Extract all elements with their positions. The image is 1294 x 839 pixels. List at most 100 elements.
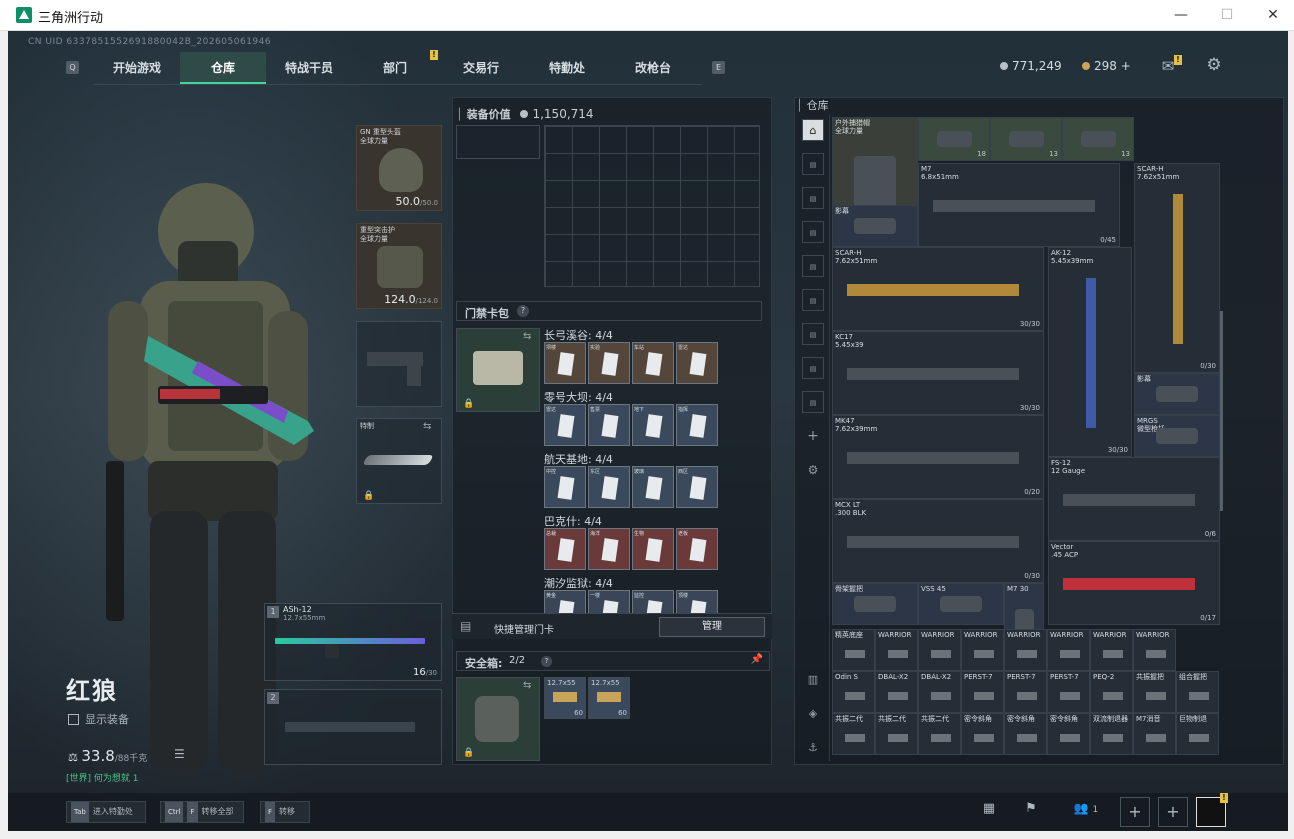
depot-item[interactable]: MRGS 微型枪托 bbox=[1134, 415, 1220, 457]
armor-slot[interactable]: 重型突击护 全球力量 124.0/124.0 bbox=[356, 223, 442, 309]
attachment-item[interactable]: 共振二代 bbox=[875, 713, 918, 755]
manage-button[interactable]: 管理 bbox=[659, 617, 765, 637]
keycard-item[interactable]: 指挥 bbox=[676, 404, 718, 446]
depot-item[interactable]: KC17 5.45x39 30/30 bbox=[832, 331, 1044, 415]
attachment-item[interactable]: 精英底座 bbox=[832, 629, 875, 671]
attachment-item[interactable]: WARRIOR bbox=[875, 629, 918, 671]
keycard-item[interactable]: 玻璃 bbox=[632, 466, 674, 508]
prev-tab-hint[interactable]: Q bbox=[66, 61, 79, 74]
keycard-item[interactable]: 总裁 bbox=[544, 528, 586, 570]
keycard-item[interactable]: 海洋 bbox=[588, 528, 630, 570]
anchor-icon[interactable]: ⚓ bbox=[802, 737, 824, 759]
safebox-help-icon[interactable]: ? bbox=[541, 656, 552, 667]
keycard-item[interactable]: 雷达 bbox=[676, 342, 718, 384]
category-tab-6[interactable]: ▤ bbox=[802, 323, 824, 345]
depot-item[interactable]: 18 bbox=[918, 117, 990, 161]
keycard-wallet-slot[interactable]: ⇆ 🔒 bbox=[456, 328, 540, 412]
close-button[interactable]: ✕ bbox=[1250, 0, 1294, 30]
category-tab-8[interactable]: ▤ bbox=[802, 391, 824, 413]
pin-icon[interactable]: 📌 bbox=[751, 654, 763, 665]
attachment-item[interactable]: PERST-7 bbox=[1047, 671, 1090, 713]
attachment-item[interactable]: DBAL-X2 bbox=[875, 671, 918, 713]
depot-home-icon[interactable]: ⌂ bbox=[802, 119, 824, 141]
settings-gear-icon[interactable]: ⚙ bbox=[1204, 55, 1224, 75]
add-party-slot-icon[interactable]: + bbox=[1120, 797, 1150, 827]
stats-chart-icon[interactable]: ▦ bbox=[976, 801, 1002, 823]
depot-item[interactable]: FS-12 12 Gauge 0/6 bbox=[1048, 457, 1220, 541]
layers-icon[interactable]: ◈ bbox=[802, 703, 824, 725]
keycard-item[interactable]: 地下 bbox=[632, 404, 674, 446]
helmet-slot[interactable]: GN 重型头盔 全球力量 50.0/50.0 bbox=[356, 125, 442, 211]
swap-icon[interactable]: ⇆ bbox=[423, 421, 431, 432]
depot-item[interactable]: MK47 7.62x39mm 0/20 bbox=[832, 415, 1044, 499]
keycard-item[interactable]: 实验 bbox=[588, 342, 630, 384]
tab-special-ops[interactable]: 特勤处 bbox=[524, 52, 610, 84]
attachment-item[interactable]: 密令斜角 bbox=[1004, 713, 1047, 755]
depot-item[interactable]: AK-12 5.45x39mm 30/30 bbox=[1048, 247, 1132, 457]
category-tab-4[interactable]: ▤ bbox=[802, 255, 824, 277]
attachment-item[interactable]: PEQ-2 bbox=[1090, 671, 1133, 713]
secondary-weapon-slot[interactable]: 2 bbox=[264, 689, 442, 765]
depot-item[interactable]: MCX LT .300 BLK 0/30 bbox=[832, 499, 1044, 583]
depot-item[interactable]: 影幕 bbox=[1134, 373, 1220, 415]
depot-item[interactable]: 13 bbox=[990, 117, 1062, 161]
attachment-item[interactable]: WARRIOR bbox=[961, 629, 1004, 671]
flag-icon[interactable]: ⚑ bbox=[1018, 801, 1044, 823]
category-tab-5[interactable]: ▤ bbox=[802, 289, 824, 311]
attachment-item[interactable]: 密令斜角 bbox=[1047, 713, 1090, 755]
depot-item[interactable]: VSS 45 bbox=[918, 583, 1004, 625]
keycard-item[interactable]: 售票 bbox=[588, 404, 630, 446]
tab-warehouse[interactable]: 仓库 bbox=[180, 52, 266, 84]
safebox-ammo-item[interactable]: 12.7x55 60 bbox=[544, 677, 586, 719]
attachment-item[interactable]: PERST-7 bbox=[1004, 671, 1047, 713]
swap-icon[interactable]: ⇆ bbox=[523, 331, 531, 342]
depot-item[interactable]: Vector .45 ACP 0/17 bbox=[1048, 541, 1220, 625]
depot-item[interactable]: 影幕 bbox=[832, 205, 918, 247]
attachment-item[interactable]: 共振二代 bbox=[832, 713, 875, 755]
attachment-item[interactable]: 组合握把 bbox=[1176, 671, 1219, 713]
safebox-slot[interactable]: ⇆ 🔒 bbox=[456, 677, 540, 761]
add-tab-icon[interactable]: + bbox=[802, 425, 824, 447]
currency-gold[interactable]: 298 + bbox=[1082, 59, 1131, 73]
transfer-all-button[interactable]: Ctrl F 转移全部 bbox=[160, 801, 244, 823]
maximize-button[interactable]: ☐ bbox=[1204, 0, 1250, 30]
tab-gunsmith[interactable]: 改枪台 bbox=[610, 52, 696, 84]
category-tab-7[interactable]: ▤ bbox=[802, 357, 824, 379]
category-tab-3[interactable]: ▤ bbox=[802, 221, 824, 243]
add-party-slot-icon[interactable]: + bbox=[1158, 797, 1188, 827]
minimize-button[interactable]: — bbox=[1158, 0, 1204, 30]
depot-settings-icon[interactable]: ⚙ bbox=[802, 459, 824, 481]
attachment-item[interactable]: 共振二代 bbox=[918, 713, 961, 755]
depot-item[interactable]: M7 6.8x51mm 0/45 bbox=[918, 163, 1120, 247]
melee-slot[interactable]: 特制 ⇆ 🔒 bbox=[356, 418, 442, 504]
depot-item[interactable]: SCAR-H 7.62x51mm 0/30 bbox=[1134, 163, 1220, 373]
depot-item[interactable]: 骨架握把 bbox=[832, 583, 918, 625]
category-tab-2[interactable]: ▤ bbox=[802, 187, 824, 209]
attachment-item[interactable]: Odin S bbox=[832, 671, 875, 713]
attachment-item[interactable]: 双流制退器 bbox=[1090, 713, 1133, 755]
primary-weapon-slot[interactable]: 1 ASh-12 12.7x55mm 16/30 bbox=[264, 603, 442, 681]
world-chat-line[interactable]: [世界] 何为想就 1 bbox=[66, 771, 138, 784]
category-tab-1[interactable]: ▤ bbox=[802, 153, 824, 175]
keycard-item[interactable]: 东区 bbox=[588, 466, 630, 508]
depot-item[interactable]: 13 bbox=[1062, 117, 1134, 161]
attachment-item[interactable]: WARRIOR bbox=[1090, 629, 1133, 671]
attachment-item[interactable]: M7消音 bbox=[1133, 713, 1176, 755]
pistol-slot[interactable] bbox=[356, 321, 442, 407]
tab-trading[interactable]: 交易行 bbox=[438, 52, 524, 84]
keycard-help-icon[interactable]: ? bbox=[517, 305, 529, 317]
keycard-item[interactable]: 雷达 bbox=[544, 404, 586, 446]
keycard-item[interactable]: 中控 bbox=[544, 466, 586, 508]
enter-special-ops-button[interactable]: Tab 进入特勤处 bbox=[66, 801, 146, 823]
checkbox[interactable] bbox=[68, 714, 79, 725]
keycard-item[interactable]: 老板 bbox=[676, 528, 718, 570]
keycard-item[interactable]: 生物 bbox=[632, 528, 674, 570]
attachment-item[interactable]: 密令斜角 bbox=[961, 713, 1004, 755]
swap-icon[interactable]: ⇆ bbox=[523, 680, 531, 691]
keycard-item[interactable]: 西区 bbox=[676, 466, 718, 508]
show-equipment-toggle[interactable]: 显示装备 bbox=[68, 708, 129, 727]
tab-operators[interactable]: 特战干员 bbox=[266, 52, 352, 84]
depot-item[interactable]: SCAR-H 7.62x51mm 30/30 bbox=[832, 247, 1044, 331]
attachment-item[interactable]: WARRIOR bbox=[1047, 629, 1090, 671]
keycard-item[interactable]: 坝楼 bbox=[544, 342, 586, 384]
